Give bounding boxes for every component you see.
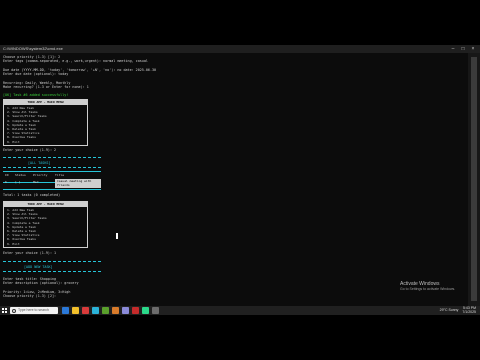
table-row: 6 [ ] Med Casual meeting with friends [3,179,101,190]
all-tasks-heading: [ALL TASKS] [28,161,51,165]
mouse-cursor [116,233,118,239]
terminal-line: Choose priority (1-3) [2]: [3,294,57,299]
col-priority: Priority [33,173,48,177]
activation-watermark: Activate Windows Go to Settings to activ… [400,281,455,291]
main-menu-box: TODO APP - MAIN MENU 1. Add New Task 2. S… [3,99,88,146]
taskbar-app-icon[interactable] [82,307,89,314]
col-status: Status [15,173,26,177]
pinned-apps [62,307,159,314]
divider [3,271,101,272]
menu-item: 9. Exit [7,139,20,144]
weather-widget[interactable]: 29°C Sunny [440,307,459,314]
terminal-scrollbar[interactable] [468,53,480,306]
main-menu-items: 1. Add New Task 2. Show All Tasks 3. Searc… [4,105,87,145]
minimize-icon[interactable]: – [448,45,458,53]
main-menu-items-2: 1. Add New Task 2. Show All Tasks 3. Searc… [4,207,87,247]
taskbar-app-icon[interactable] [62,307,69,314]
row-priority: Med [33,180,39,184]
terminal-output[interactable]: Choose priority (1-3) [1]: 2 Enter tags (… [0,53,468,306]
task-added-message: [OK] Task #6 added successfully! [3,93,69,97]
main-menu-box-2: TODO APP - MAIN MENU 1. Add New Task 2. S… [3,201,88,248]
system-tray: 29°C Sunny 5:43 PM 7/1/2025 [440,306,476,314]
close-icon[interactable]: × [468,45,478,53]
window-controls: – □ × [448,45,478,53]
scrollbar-thumb[interactable] [471,57,477,301]
choice-prompt-2: Enter your choice (1-9): 1 [3,251,57,255]
window-titlebar[interactable]: C:\WINDOWS\system32\cmd.exe – □ × [0,45,480,53]
taskbar-app-icon[interactable] [72,307,79,314]
choice-prompt: Enter your choice (1-9): 2 [3,148,57,152]
window-title: C:\WINDOWS\system32\cmd.exe [3,46,63,51]
divider [3,157,101,158]
divider [3,167,101,168]
clock-date: 7/1/2025 [462,309,476,314]
search-icon [12,309,16,313]
col-title: Title [55,173,65,177]
terminal-line: Enter tags (comma-separated, e.g., work,… [3,59,148,64]
total-count: Total: 1 tasks (0 completed) [3,193,61,197]
row-title: Casual meeting with friends [55,179,101,188]
maximize-icon[interactable]: □ [458,45,468,53]
row-status: [ ] [15,180,21,184]
search-placeholder: Type here to search [18,308,49,312]
taskbar-app-icon[interactable] [112,307,119,314]
taskbar-app-icon[interactable] [152,307,159,314]
taskbar: Type here to search 29°C Sunny 5:43 PM 7… [0,306,480,315]
watermark-subtitle: Go to Settings to activate Windows. [400,287,456,291]
taskbar-app-icon[interactable] [142,307,149,314]
row-id: 6 [5,180,7,184]
taskbar-app-icon[interactable] [132,307,139,314]
taskbar-app-icon[interactable] [92,307,99,314]
col-id: ID [5,173,9,177]
terminal-line: Enter description (optional): grocery [3,281,79,286]
terminal-line: Make recurring? (1-3 or Enter for none):… [3,85,89,90]
taskbar-search-input[interactable]: Type here to search [10,307,58,314]
windows-start-icon[interactable] [2,308,7,313]
taskbar-app-icon[interactable] [122,307,129,314]
terminal-line: Enter due date (optional): today [3,72,69,77]
clock[interactable]: 5:43 PM 7/1/2025 [462,306,476,314]
divider [3,261,101,262]
taskbar-app-icon[interactable] [102,307,109,314]
menu-item: 9. Exit [7,241,20,246]
terminal-window: C:\WINDOWS\system32\cmd.exe – □ × Choose… [0,45,480,315]
add-task-heading: [ADD NEW TASK] [24,265,53,269]
